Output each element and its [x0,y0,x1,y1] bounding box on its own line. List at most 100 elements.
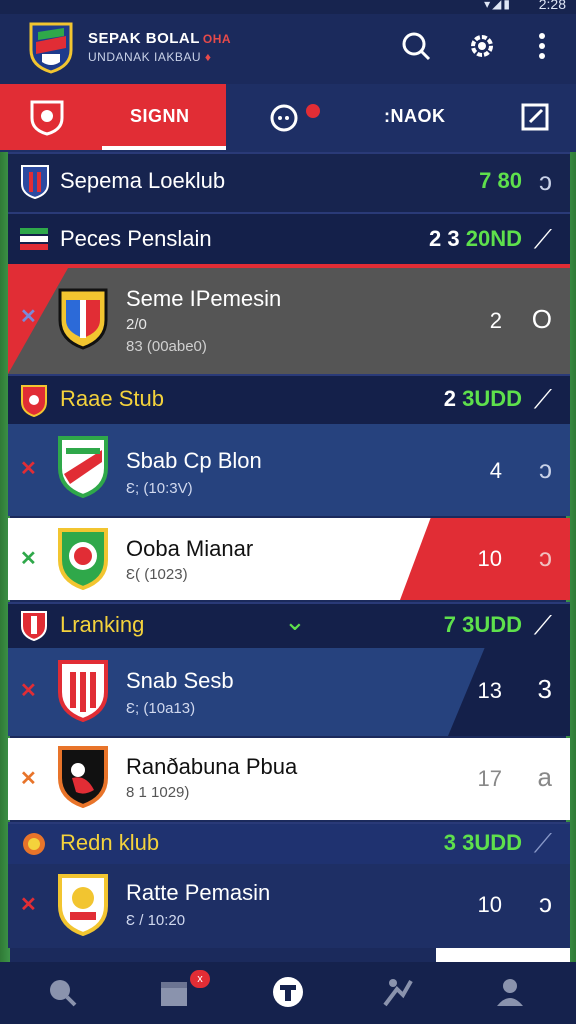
row-end-2[interactable]: ↄ [539,454,552,485]
calendar-badge: x [190,970,210,988]
notification-badge [306,104,320,118]
section-score-5-value: 3 3UDD [443,830,522,855]
nav-home[interactable] [264,970,312,1014]
section-score-5: 3 3UDD [444,830,522,856]
profile-icon [497,979,523,1006]
list-item-5[interactable]: ✕ Ranðabuna Pbua 8 1 1029) 17 a [8,738,570,820]
flag-icon [20,228,48,250]
row-meta-3: Ɛ( (1023) [126,566,188,583]
club-crest-icon [58,288,108,350]
section-title-1: Sepema Loeklub [60,168,226,193]
app-title-accent: OHA [202,32,232,46]
chat-bell-icon [270,104,298,132]
app-subtitle-accent: ♦ [204,50,212,64]
row-end-4[interactable]: 3 [538,674,552,705]
row-mark-1[interactable]: ✕ [20,304,37,329]
row-num-4: 13 [477,678,502,703]
section-score-3-num: 2 [443,386,456,411]
section-score-3: 2 3UDD [444,386,522,412]
section-header-1[interactable]: Sepema Loeklub 7 80 ↄ [8,152,570,212]
club-crest-icon [58,436,108,498]
edit-pencil-icon[interactable]: ⟋ [534,610,552,642]
status-icons: ▾◢▮ [484,0,512,11]
app-subtitle: UNDANAK IAKBAU ♦ [88,50,212,64]
edit-pencil-icon[interactable]: ⟋ [534,224,552,256]
app-header: SEPAK BOLAL OHA UNDANAK IAKBAU ♦ [0,14,576,84]
list-item-4[interactable]: ✕ Snab Sesb Ɛ; (10a13) 13 3 [8,648,570,736]
app-title-text: SEPAK BOLAL [88,30,200,47]
app-logo-icon [29,22,73,74]
section-score-2-value: 20ND [465,226,522,251]
app-subtitle-text: UNDANAK IAKBAU [88,50,202,64]
tab-signn[interactable]: SIGNN [0,84,226,150]
row-mark-6[interactable]: ✕ [20,892,37,917]
status-time: 2:28 [538,0,566,12]
more-icon [539,33,545,59]
section-header-4[interactable]: Lranking ⌄ 7 3UDD ⟋ [8,602,570,648]
row-mark-3[interactable]: ✕ [20,546,37,571]
section-score-2-num: 2 3 [429,226,460,251]
row-name-6: Ratte Pemasin [126,880,271,905]
status-bar: ▾◢▮ 2:28 [0,0,576,14]
shield-icon [30,100,64,136]
row-name-4: Snab Sesb [126,668,234,693]
ball-icon [273,977,303,1007]
search-icon [402,32,431,61]
row-num-1: 2 [489,308,502,333]
section-title-5: Redn klub [60,830,160,855]
row-meta-4: Ɛ; (10a13) [126,700,196,717]
row-name-1: Seme IPemesin [126,286,282,311]
nav-profile[interactable] [486,970,534,1014]
settings-button[interactable] [464,28,500,64]
row-meta-2: Ɛ; (10:3V) [126,480,193,497]
edit-pencil-icon[interactable]: ⟋ [534,384,552,416]
list-item-3[interactable]: ✕ Ooba Mianar Ɛ( (1023) 10 ↄ [8,518,570,600]
row-name-2: Sbab Cp Blon [126,448,262,473]
chevron-down-icon[interactable]: ⌄ [284,606,306,637]
section-title-2: Peces Penslain [60,226,212,251]
section-score-1: 7 80 [479,168,522,194]
tab-bar: SIGNN :NAOK [0,84,576,152]
search-button[interactable] [398,28,434,64]
row-mark-4[interactable]: ✕ [20,678,37,703]
list-item-6[interactable]: ✕ Ratte Pemasin Ɛ / 10:20 10 ↄ [8,864,570,948]
more-button[interactable] [524,28,560,64]
row-mark-2[interactable]: ✕ [20,456,37,481]
settings-icon [471,35,493,57]
club-crest-icon [23,833,45,855]
row-num-3: 10 [477,546,502,571]
section-header-2[interactable]: Peces Penslain 2 3 20ND ⟋ [8,212,570,266]
section-title-3: Raae Stub [60,386,164,411]
club-crest-icon [58,660,108,722]
row-num-2: 4 [489,458,502,483]
bottom-navigation [0,962,576,1024]
section-score-4: 7 3UDD [444,612,522,638]
row-end-5[interactable]: a [538,762,552,793]
nav-search[interactable] [38,970,86,1014]
section-header-5[interactable]: Redn klub 3 3UDD ⟋ [8,822,570,864]
row-num-6: 10 [477,892,502,917]
calendar-icon [161,982,187,1006]
tab-naok[interactable]: :NAOK [384,106,446,127]
row-name-3: Ooba Mianar [126,536,254,561]
row-meta-1a: 2/0 [126,316,147,333]
tab-edit[interactable] [520,102,554,136]
edit-icon [521,103,549,131]
club-crest-icon [21,165,49,200]
section-score-3-value: 3UDD [462,386,522,411]
nav-stats[interactable] [374,970,422,1014]
tab-chat[interactable] [262,98,314,138]
section-score-2: 2 3 20ND [429,226,522,252]
row-end-6[interactable]: ↄ [539,888,552,919]
row-name-5: Ranðabuna Pbua [126,754,298,779]
edit-pencil-icon[interactable]: ⟋ [534,828,552,860]
section-header-3[interactable]: Raae Stub 2 3UDD ⟋ [8,374,570,424]
list-item-2[interactable]: ✕ Sbab Cp Blon Ɛ; (10:3V) 4 ↄ [8,424,570,516]
row-mark-5[interactable]: ✕ [20,766,37,791]
row-end-1[interactable]: O [532,304,552,335]
club-crest-icon [58,746,108,808]
row-end-3[interactable]: ↄ [539,542,552,573]
tab-active-indicator [102,146,226,150]
row-meta-1b: 83 (00abe0) [126,338,207,355]
list-item-1[interactable]: ✕ Seme IPemesin 2/0 83 (00abe0) 2 O [8,264,570,374]
